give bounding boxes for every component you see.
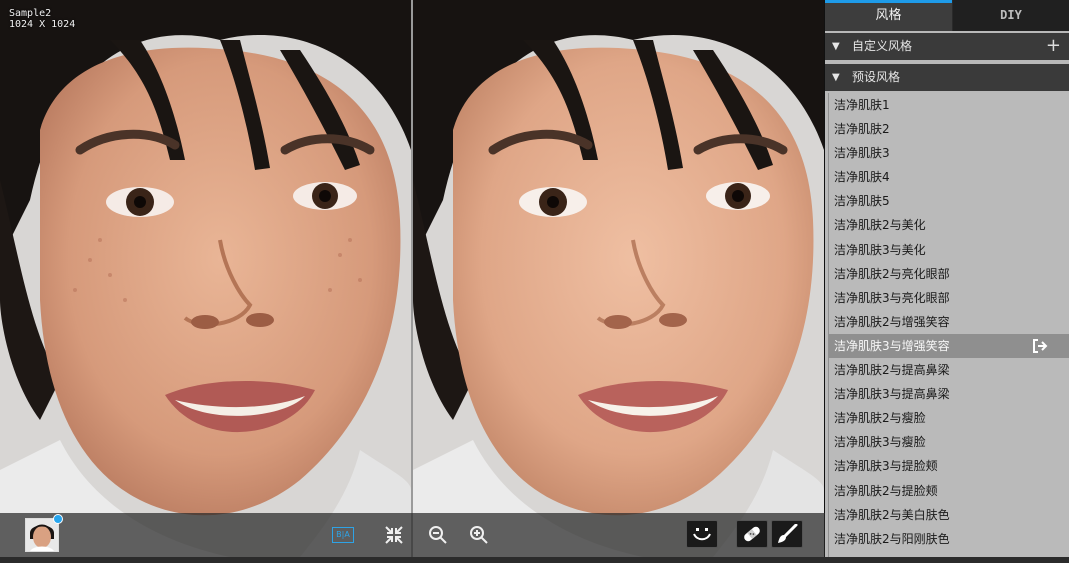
after-photo <box>413 0 824 557</box>
notification-dot <box>53 514 63 524</box>
preset-label: 洁净肌肤3与美化 <box>834 242 926 257</box>
tab-diy[interactable]: DIY <box>953 0 1069 31</box>
preset-label: 洁净肌肤2与亮化眼部 <box>834 266 950 281</box>
preset-list-item[interactable]: 洁净肌肤3与瘦脸 <box>829 430 1069 454</box>
preset-label: 洁净肌肤3与提脸颊 <box>834 459 938 474</box>
preset-style-label: 预设风格 <box>852 70 901 84</box>
preset-label: 洁净肌肤2与提高鼻梁 <box>834 363 950 378</box>
brush-tool-button[interactable] <box>771 520 803 548</box>
preset-list-item[interactable]: 洁净肌肤3与增强笑容 <box>829 333 1069 359</box>
preset-label: 洁净肌肤3与亮化眼部 <box>834 290 950 305</box>
preset-list-item[interactable]: 洁净肌肤2与瘦脸 <box>829 406 1069 430</box>
style-panel: 风格 DIY ▼ 自定义风格 + ▼ 预设风格 洁净肌肤1 洁净肌肤2 洁净肌肤3 洁… <box>825 0 1069 557</box>
status-bar <box>0 557 1069 563</box>
before-photo <box>0 0 411 557</box>
preset-label: 洁净肌肤3与增强笑容 <box>834 338 950 353</box>
preset-label: 洁净肌肤2与阳刚肤色 <box>834 531 950 546</box>
preset-list-item[interactable]: 洁净肌肤3与提高鼻梁 <box>829 382 1069 406</box>
custom-style-section-header[interactable]: ▼ 自定义风格 + <box>825 33 1069 60</box>
before-after-label: B|A <box>332 527 354 543</box>
face-detect-button[interactable] <box>686 520 718 548</box>
preset-label: 洁净肌肤3与提高鼻梁 <box>834 387 950 402</box>
preset-list-item[interactable]: 洁净肌肤3与美化 <box>829 238 1069 262</box>
image-name: Sample2 <box>9 8 52 19</box>
preset-label: 洁净肌肤1 <box>834 98 890 112</box>
brush-icon <box>778 524 798 543</box>
zoom-out-button[interactable] <box>425 521 451 549</box>
preset-list-item[interactable]: 洁净肌肤1 <box>829 93 1069 117</box>
thumbnail-button[interactable] <box>25 514 63 552</box>
preset-label: 洁净肌肤5 <box>834 194 890 209</box>
preset-list-item[interactable]: 洁净肌肤3与亮化眼部 <box>829 286 1069 310</box>
fit-screen-button[interactable] <box>381 521 407 549</box>
preset-label: 洁净肌肤2与增强笑容 <box>834 314 950 329</box>
preset-list-item[interactable]: 洁净肌肤2与增强笑容 <box>829 310 1069 334</box>
preset-list-item[interactable]: 洁净肌肤2与提高鼻梁 <box>829 358 1069 382</box>
preset-label: 洁净肌肤4 <box>834 170 890 185</box>
preset-list-item[interactable]: 洁净肌肤2与美化 <box>829 213 1069 237</box>
tab-style[interactable]: 风格 <box>825 0 952 31</box>
preset-list-item[interactable]: 洁净肌肤4 <box>829 165 1069 189</box>
preset-label: 洁净肌肤2 <box>834 122 890 137</box>
collapse-triangle-icon: ▼ <box>832 72 840 83</box>
zoom-in-icon <box>470 526 488 544</box>
preset-label: 洁净肌肤2与美白肤色 <box>834 507 950 522</box>
custom-style-label: 自定义风格 <box>852 39 913 53</box>
image-size: 1024 X 1024 <box>9 19 76 30</box>
fit-screen-icon <box>385 526 403 544</box>
bandage-icon <box>744 526 760 542</box>
zoom-out-icon <box>429 526 447 544</box>
viewer-toolbar: B|A <box>0 513 825 557</box>
panel-tabs: 风格 DIY <box>825 0 1069 31</box>
zoom-in-button[interactable] <box>466 521 492 549</box>
preset-list-item[interactable]: 洁净肌肤2与美白肤色 <box>829 503 1069 527</box>
image-info: Sample2 1024 X 1024 <box>9 8 75 30</box>
before-after-button[interactable]: B|A <box>330 521 356 549</box>
blemish-tool-button[interactable] <box>736 520 768 548</box>
preset-list-item[interactable]: 洁净肌肤3与提脸颊 <box>829 454 1069 478</box>
preset-list-item[interactable]: 洁净肌肤2 <box>829 117 1069 141</box>
preset-list-item[interactable]: 洁净肌肤2与提脸颊 <box>829 479 1069 503</box>
face-icon <box>693 528 711 541</box>
preset-list-item[interactable]: 洁净肌肤5 <box>829 189 1069 213</box>
image-viewer[interactable]: Sample2 1024 X 1024 B|A <box>0 0 825 563</box>
export-style-icon[interactable] <box>1032 338 1048 354</box>
preset-label: 洁净肌肤2与瘦脸 <box>834 411 926 426</box>
preset-label: 洁净肌肤2与提脸颊 <box>834 483 938 498</box>
preset-label: 洁净肌肤3与瘦脸 <box>834 435 926 450</box>
preset-list-item[interactable]: 洁净肌肤3 <box>829 141 1069 165</box>
preset-style-section-header[interactable]: ▼ 预设风格 <box>825 64 1069 91</box>
collapse-triangle-icon: ▼ <box>832 41 840 52</box>
face-thumbnail-icon <box>26 519 58 551</box>
preset-list-item[interactable]: 洁净肌肤2与阳刚肤色 <box>829 527 1069 551</box>
preset-label: 洁净肌肤3 <box>834 146 890 161</box>
preset-list-item[interactable]: 洁净肌肤2与亮化眼部 <box>829 262 1069 286</box>
preset-list[interactable]: 洁净肌肤1 洁净肌肤2 洁净肌肤3 洁净肌肤4 洁净肌肤5 洁净肌肤2与美化 洁净肌肤3与美… <box>828 93 1069 557</box>
plus-icon[interactable]: + <box>1046 32 1061 59</box>
preset-label: 洁净肌肤2与美化 <box>834 218 926 233</box>
